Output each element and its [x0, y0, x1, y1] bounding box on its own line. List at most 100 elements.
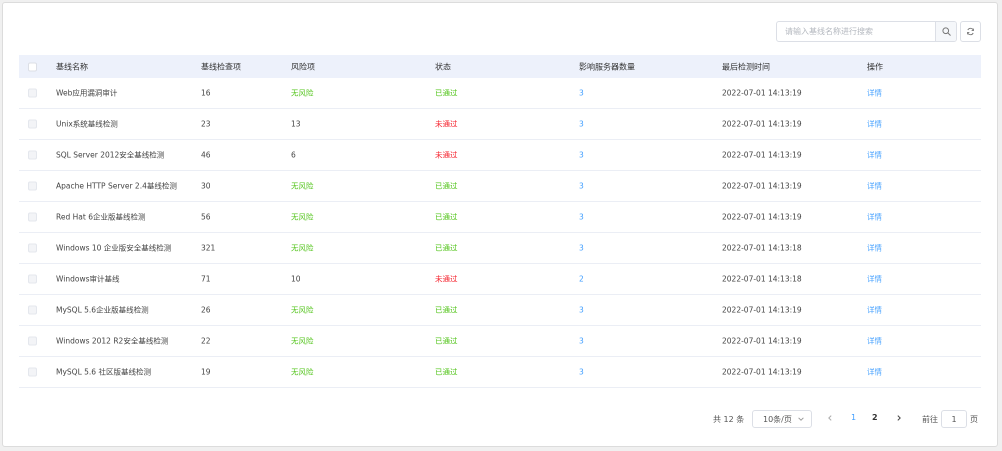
goto-page-input[interactable] — [941, 410, 967, 428]
page-size-value: 10条/页 — [763, 414, 792, 424]
baseline-name: Apache HTTP Server 2.4基线检测 — [56, 181, 177, 191]
column-header-time: 最后检测时间 — [722, 62, 770, 71]
next-page-button[interactable] — [895, 414, 903, 432]
affected-servers-link[interactable]: 3 — [579, 337, 584, 346]
table-row: Red Hat 6企业版基线检测 56 无风险 已通过 3 2022-07-01 14:1… — [19, 202, 981, 233]
pagination-total: 共 12 条 — [713, 415, 745, 424]
search-button[interactable] — [935, 22, 956, 41]
page-number-1[interactable]: 1 — [851, 413, 856, 431]
goto-unit: 页 — [970, 415, 978, 424]
status-badge: 已通过 — [435, 367, 458, 377]
check-item-count: 30 — [201, 181, 211, 191]
risk-value: 无风险 — [291, 212, 314, 222]
check-item-count: 16 — [201, 88, 211, 98]
prev-page-button[interactable] — [826, 414, 834, 432]
affected-servers-link[interactable]: 3 — [579, 306, 584, 315]
affected-servers-link[interactable]: 3 — [579, 120, 584, 129]
column-header-risk: 风险项 — [291, 62, 315, 71]
table-row: Web应用漏洞审计 16 无风险 已通过 3 2022-07-01 14:13:19 详情 — [19, 78, 981, 109]
refresh-button[interactable] — [960, 21, 981, 42]
affected-servers-link[interactable]: 3 — [579, 213, 584, 222]
details-link[interactable]: 详情 — [867, 212, 882, 223]
status-badge: 未通过 — [435, 150, 458, 160]
last-check-time: 2022-07-01 14:13:18 — [722, 274, 802, 284]
affected-servers-link[interactable]: 3 — [579, 182, 584, 191]
check-item-count: 26 — [201, 305, 211, 315]
details-link[interactable]: 详情 — [867, 305, 882, 316]
status-badge: 已通过 — [435, 336, 458, 346]
risk-value: 无风险 — [291, 336, 314, 346]
search-box — [776, 21, 957, 42]
baseline-name: Red Hat 6企业版基线检测 — [56, 212, 146, 222]
status-badge: 已通过 — [435, 305, 458, 315]
refresh-icon — [967, 27, 974, 36]
check-item-count: 22 — [201, 336, 211, 346]
details-link[interactable]: 详情 — [867, 150, 882, 161]
row-checkbox[interactable] — [28, 88, 37, 98]
details-link[interactable]: 详情 — [867, 243, 882, 254]
table-row: Unix系统基线检测 23 13 未通过 3 2022-07-01 14:13:19 详情 — [19, 109, 981, 140]
last-check-time: 2022-07-01 14:13:19 — [722, 305, 802, 315]
chevron-left-icon — [828, 415, 832, 421]
baseline-name: MySQL 5.6企业版基线检测 — [56, 305, 149, 315]
baseline-name: Windows 2012 R2安全基线检测 — [56, 336, 169, 346]
column-header-name: 基线名称 — [56, 62, 88, 71]
baseline-table: 基线名称 基线检查项 风险项 状态 影响服务器数量 最后检测时间 操作 Web应… — [19, 55, 981, 388]
row-checkbox[interactable] — [28, 150, 37, 160]
risk-value: 无风险 — [291, 88, 314, 98]
last-check-time: 2022-07-01 14:13:19 — [722, 336, 802, 346]
row-checkbox[interactable] — [28, 305, 37, 315]
details-link[interactable]: 详情 — [867, 336, 882, 347]
status-badge: 已通过 — [435, 88, 458, 98]
affected-servers-link[interactable]: 2 — [579, 275, 584, 284]
search-icon — [941, 27, 951, 36]
last-check-time: 2022-07-01 14:13:18 — [722, 243, 802, 253]
baseline-name: MySQL 5.6 社区版基线检测 — [56, 367, 151, 377]
page-number-2[interactable]: 2 — [872, 413, 878, 431]
risk-value: 13 — [291, 119, 301, 129]
status-badge: 已通过 — [435, 243, 458, 253]
row-checkbox[interactable] — [28, 367, 37, 377]
baseline-name: Windows 10 企业版安全基线检测 — [56, 243, 172, 253]
status-badge: 未通过 — [435, 119, 458, 129]
details-link[interactable]: 详情 — [867, 119, 882, 130]
row-checkbox[interactable] — [28, 336, 37, 346]
goto-label: 前往 — [922, 415, 938, 424]
baseline-name: Web应用漏洞审计 — [56, 88, 118, 98]
details-link[interactable]: 详情 — [867, 274, 882, 285]
page-size-select[interactable]: 10条/页 — [752, 410, 812, 428]
select-all-checkbox[interactable] — [28, 62, 37, 71]
column-header-status: 状态 — [435, 62, 451, 71]
search-input[interactable] — [777, 22, 935, 41]
row-checkbox[interactable] — [28, 181, 37, 191]
risk-value: 无风险 — [291, 243, 314, 253]
risk-value: 无风险 — [291, 181, 314, 191]
chevron-down-icon — [798, 417, 804, 421]
check-item-count: 19 — [201, 367, 211, 377]
details-link[interactable]: 详情 — [867, 88, 882, 99]
last-check-time: 2022-07-01 14:13:19 — [722, 88, 802, 98]
table-row: MySQL 5.6 社区版基线检测 19 无风险 已通过 3 2022-07-01 14:… — [19, 357, 981, 388]
table-body: Web应用漏洞审计 16 无风险 已通过 3 2022-07-01 14:13:19 详情 U… — [19, 78, 981, 388]
last-check-time: 2022-07-01 14:13:19 — [722, 212, 802, 222]
last-check-time: 2022-07-01 14:13:19 — [722, 367, 802, 377]
status-badge: 已通过 — [435, 212, 458, 222]
row-checkbox[interactable] — [28, 212, 37, 222]
check-item-count: 23 — [201, 119, 211, 129]
check-item-count: 46 — [201, 150, 211, 160]
row-checkbox[interactable] — [28, 274, 37, 284]
affected-servers-link[interactable]: 3 — [579, 244, 584, 253]
affected-servers-link[interactable]: 3 — [579, 368, 584, 377]
details-link[interactable]: 详情 — [867, 181, 882, 192]
row-checkbox[interactable] — [28, 243, 37, 253]
affected-servers-link[interactable]: 3 — [579, 89, 584, 98]
table-row: Windows审计基线 71 10 未通过 2 2022-07-01 14:13:18 详情 — [19, 264, 981, 295]
baseline-name: SQL Server 2012安全基线检测 — [56, 150, 165, 160]
last-check-time: 2022-07-01 14:13:19 — [722, 119, 802, 129]
row-checkbox[interactable] — [28, 119, 37, 129]
table-row: MySQL 5.6企业版基线检测 26 无风险 已通过 3 2022-07-01 14:1… — [19, 295, 981, 326]
details-link[interactable]: 详情 — [867, 367, 882, 378]
table-row: Windows 2012 R2安全基线检测 22 无风险 已通过 3 2022-07-01… — [19, 326, 981, 357]
check-item-count: 71 — [201, 274, 211, 284]
affected-servers-link[interactable]: 3 — [579, 151, 584, 160]
